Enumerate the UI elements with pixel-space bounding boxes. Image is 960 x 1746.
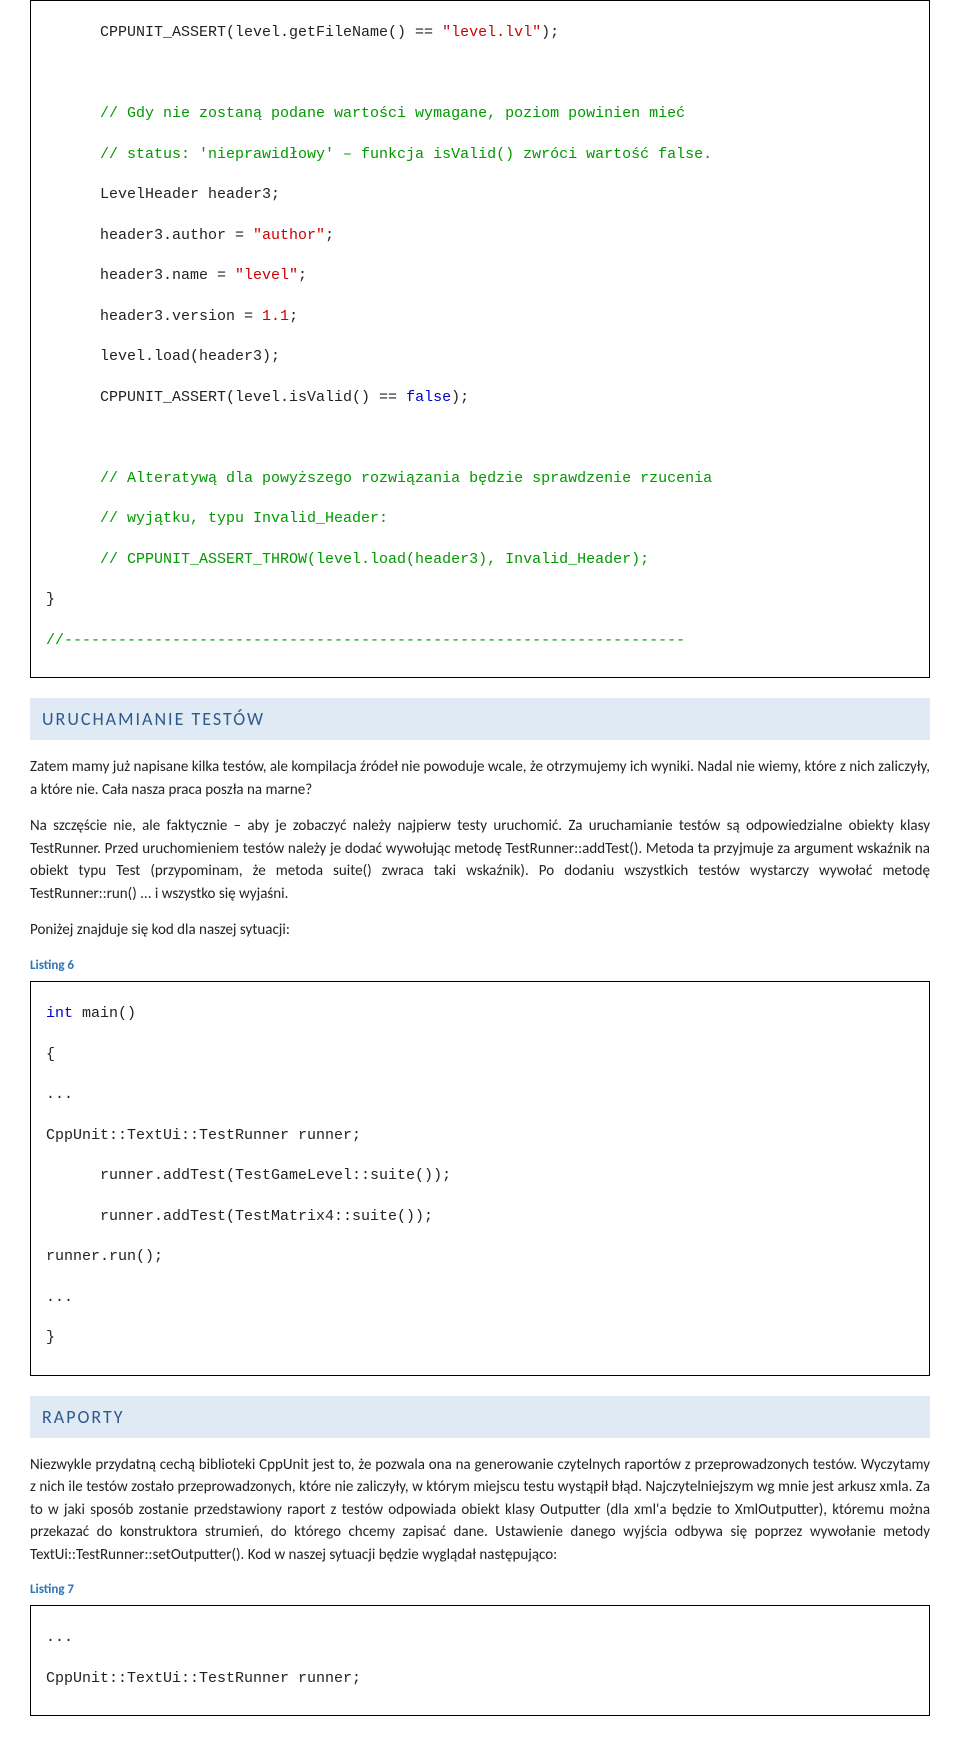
- code-line: LevelHeader header3;: [46, 185, 914, 205]
- code-comment: //--------------------------------------…: [46, 631, 914, 651]
- listing-label-6: Listing 6: [30, 958, 930, 973]
- code-line: header3.version = 1.1;: [46, 307, 914, 327]
- code-line: level.load(header3);: [46, 347, 914, 367]
- code-line: runner.addTest(TestMatrix4::suite());: [46, 1207, 914, 1227]
- code-comment: // status: 'nieprawidłowy' – funkcja isV…: [46, 145, 914, 165]
- code-line: CPPUNIT_ASSERT(level.isValid() == false)…: [46, 388, 914, 408]
- code-line: CppUnit::TextUi::TestRunner runner;: [46, 1126, 914, 1146]
- code-comment: // wyjątku, typu Invalid_Header:: [46, 509, 914, 529]
- paragraph: Poniżej znajduje się kod dla naszej sytu…: [30, 919, 930, 942]
- code-line: ...: [46, 1628, 914, 1648]
- code-block-2: int main() { ... CppUnit::TextUi::TestRu…: [30, 981, 930, 1376]
- code-comment: // Gdy nie zostaną podane wartości wymag…: [46, 104, 914, 124]
- code-comment: // CPPUNIT_ASSERT_THROW(level.load(heade…: [46, 550, 914, 570]
- code-line: }: [46, 1328, 914, 1348]
- code-line: int main(): [46, 1004, 914, 1024]
- code-line: runner.run();: [46, 1247, 914, 1267]
- code-comment: // Alteratywą dla powyższego rozwiązania…: [46, 469, 914, 489]
- code-block-1: CPPUNIT_ASSERT(level.getFileName() == "l…: [30, 0, 930, 678]
- section-running-tests: URUCHAMIANIE TESTÓW: [30, 698, 930, 740]
- code-blank: [46, 64, 914, 84]
- paragraph: Niezwykle przydatną cechą biblioteki Cpp…: [30, 1454, 930, 1567]
- section-reports: RAPORTY: [30, 1396, 930, 1438]
- paragraph: Zatem mamy już napisane kilka testów, al…: [30, 756, 930, 801]
- paragraph: Na szczęście nie, ale faktycznie – aby j…: [30, 815, 930, 905]
- code-line: ...: [46, 1288, 914, 1308]
- code-line: header3.name = "level";: [46, 266, 914, 286]
- code-line: CPPUNIT_ASSERT(level.getFileName() == "l…: [46, 23, 914, 43]
- code-block-3: ... CppUnit::TextUi::TestRunner runner;: [30, 1605, 930, 1716]
- code-line: CppUnit::TextUi::TestRunner runner;: [46, 1669, 914, 1689]
- code-line: {: [46, 1045, 914, 1065]
- code-line: ...: [46, 1085, 914, 1105]
- code-blank: [46, 428, 914, 448]
- listing-label-7: Listing 7: [30, 1582, 930, 1597]
- code-line: header3.author = "author";: [46, 226, 914, 246]
- code-line: runner.addTest(TestGameLevel::suite());: [46, 1166, 914, 1186]
- code-line: }: [46, 590, 914, 610]
